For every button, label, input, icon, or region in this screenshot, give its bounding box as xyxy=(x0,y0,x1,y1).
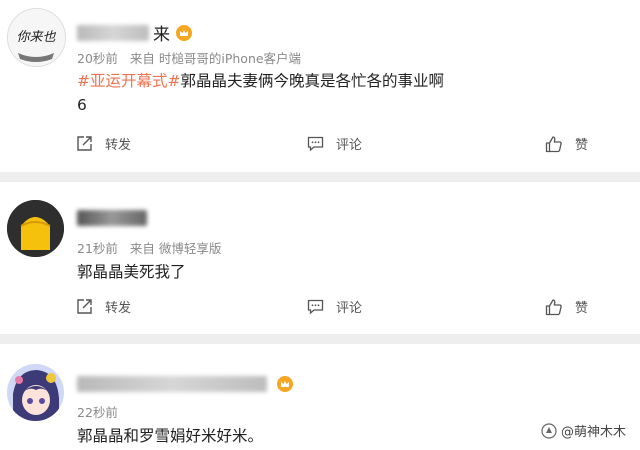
timestamp: 22秒前 xyxy=(77,405,118,420)
comment-text: #亚运开幕式#郭晶晶夫妻俩今晚真是各忙各的事业啊 xyxy=(77,69,444,91)
crown-badge-icon xyxy=(176,24,192,41)
action-bar: 转发 评论 赞 xyxy=(0,297,640,321)
comment-icon xyxy=(307,136,324,152)
like-button[interactable]: 赞 xyxy=(545,297,588,316)
repost-label: 转发 xyxy=(105,301,132,316)
comment-button[interactable]: 评论 xyxy=(307,297,362,316)
comment-text-line2: 6 xyxy=(77,96,87,114)
like-label: 赞 xyxy=(575,301,589,316)
like-button[interactable]: 赞 xyxy=(545,134,588,153)
thumbs-up-icon xyxy=(545,298,562,315)
timestamp: 20秒前 xyxy=(77,51,118,66)
repost-button[interactable]: 转发 xyxy=(76,297,131,316)
watermark-logo-icon xyxy=(541,422,557,439)
username[interactable] xyxy=(77,210,151,226)
avatar[interactable] xyxy=(7,364,64,421)
comment-meta: 20秒前 来自 时槌哥哥的iPhone客户端 xyxy=(77,48,309,67)
source-client: 来自 微博轻享版 xyxy=(129,241,222,256)
comment-meta: 21秒前 来自 微博轻享版 xyxy=(77,238,229,257)
username-obscured xyxy=(77,24,149,41)
repost-icon xyxy=(77,136,92,151)
crown-badge-icon xyxy=(277,376,293,392)
avatar-image xyxy=(7,200,64,257)
comment-label: 评论 xyxy=(336,138,363,153)
action-bar: 转发 评论 赞 xyxy=(0,134,640,158)
source-client: 来自 时槌哥哥的iPhone客户端 xyxy=(129,51,302,66)
username[interactable] xyxy=(77,376,293,392)
repost-label: 转发 xyxy=(105,138,132,153)
avatar[interactable]: 你来也 xyxy=(7,8,66,67)
comment-text: 郭晶晶和罗雪娟好米好米。 xyxy=(77,427,264,445)
username-obscured xyxy=(77,210,147,226)
username[interactable]: 来 xyxy=(77,20,192,45)
watermark-text: @萌神木木 xyxy=(560,425,626,440)
svg-text:你来也: 你来也 xyxy=(16,30,56,45)
comment-meta: 22秒前 xyxy=(77,402,126,421)
comment-icon xyxy=(307,299,324,315)
timestamp: 21秒前 xyxy=(77,241,118,256)
avatar[interactable] xyxy=(7,200,64,257)
comment-card-2: 21秒前 来自 微博轻享版 郭晶晶美死我了 转发 评论 赞 xyxy=(0,182,640,334)
comment-text: 郭晶晶美死我了 xyxy=(77,263,186,281)
repost-button[interactable]: 转发 xyxy=(76,134,131,153)
username-text: 来 xyxy=(153,25,170,45)
repost-icon xyxy=(77,299,92,314)
comment-label: 评论 xyxy=(336,301,363,316)
like-label: 赞 xyxy=(575,138,589,153)
thumbs-up-icon xyxy=(545,135,562,152)
avatar-image: 你来也 xyxy=(8,9,65,66)
watermark: @萌神木木 xyxy=(541,421,626,440)
username-obscured xyxy=(77,376,267,392)
comment-card-3: 22秒前 郭晶晶和罗雪娟好米好米。 @萌神木木 xyxy=(0,344,640,450)
avatar-image xyxy=(7,364,64,421)
topic-tag[interactable]: #亚运开幕式# xyxy=(77,72,180,90)
comment-content: 郭晶晶夫妻俩今晚真是各忙各的事业啊 xyxy=(180,72,444,90)
comment-card-1: 你来也 来 20秒前 来自 时槌哥哥的iPhone客户端 #亚运开幕式#郭晶晶夫… xyxy=(0,0,640,172)
comment-button[interactable]: 评论 xyxy=(307,134,362,153)
